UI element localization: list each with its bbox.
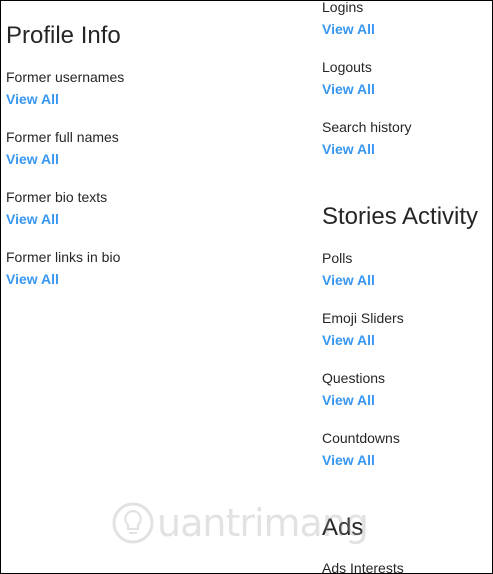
ads-interests-label: Ads Interests	[322, 560, 404, 574]
polls-view-all-link[interactable]: View All	[322, 271, 375, 289]
questions-label: Questions	[322, 370, 386, 386]
questions-view-all-link[interactable]: View All	[322, 391, 375, 409]
former-full-names-label: Former full names	[6, 129, 119, 145]
logouts-view-all-link[interactable]: View All	[322, 80, 375, 98]
page-frame: Profile Info Former usernames View All F…	[0, 0, 493, 574]
logouts-label: Logouts	[322, 59, 372, 75]
former-links-in-bio-label: Former links in bio	[6, 249, 121, 265]
emoji-sliders-view-all-link[interactable]: View All	[322, 331, 375, 349]
profile-info-title: Profile Info	[6, 22, 121, 49]
logins-label: Logins	[322, 0, 364, 15]
countdowns-view-all-link[interactable]: View All	[322, 451, 375, 469]
former-bio-texts-label: Former bio texts	[6, 189, 108, 205]
logins-view-all-link[interactable]: View All	[322, 20, 375, 38]
ads-title: Ads	[322, 514, 364, 541]
former-usernames-label: Former usernames	[6, 69, 125, 85]
polls-label: Polls	[322, 250, 353, 266]
former-full-names-view-all-link[interactable]: View All	[6, 150, 59, 168]
search-history-view-all-link[interactable]: View All	[322, 140, 375, 158]
countdowns-label: Countdowns	[322, 430, 400, 446]
former-bio-texts-view-all-link[interactable]: View All	[6, 210, 59, 228]
lightbulb-logo-icon	[112, 502, 154, 544]
former-usernames-view-all-link[interactable]: View All	[6, 90, 59, 108]
watermark: uantrimang	[111, 495, 369, 551]
stories-activity-title: Stories Activity	[322, 203, 479, 230]
former-links-in-bio-view-all-link[interactable]: View All	[6, 270, 59, 288]
emoji-sliders-label: Emoji Sliders	[322, 310, 404, 326]
search-history-label: Search history	[322, 119, 412, 135]
